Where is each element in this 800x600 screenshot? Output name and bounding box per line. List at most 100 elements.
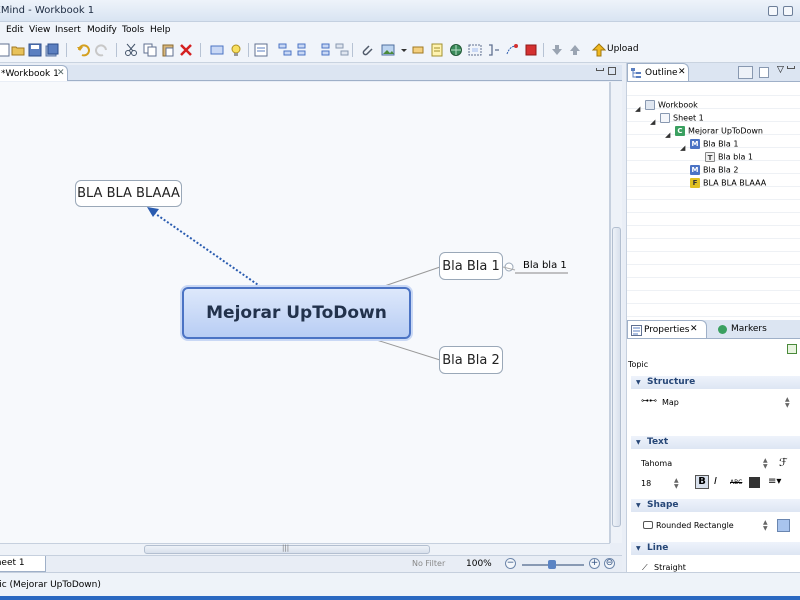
tab-markers[interactable]: Markers xyxy=(731,324,767,334)
vertical-scroll-thumb[interactable] xyxy=(612,227,621,527)
expand-arrow-icon[interactable]: ◢ xyxy=(635,105,640,113)
italic-button[interactable]: I xyxy=(714,476,717,487)
view-menu-icon[interactable]: ▽ xyxy=(777,65,784,75)
structure-spinner-icon[interactable]: ▲ ▼ xyxy=(785,397,790,409)
stop-icon[interactable] xyxy=(524,43,538,57)
parent-topic-icon[interactable] xyxy=(335,43,349,57)
expand-arrow-icon[interactable]: ◢ xyxy=(665,131,670,139)
vertical-scrollbar[interactable] xyxy=(610,82,622,543)
topic-bla-bla-2[interactable]: Bla Bla 2 xyxy=(439,346,503,374)
font-spinner-icon[interactable]: ▲ ▼ xyxy=(763,458,768,470)
minimize-panel-icon[interactable] xyxy=(787,66,795,69)
subtopic-bla-bla-1[interactable]: Bla bla 1 xyxy=(523,260,567,271)
zoom-in-icon[interactable]: + xyxy=(589,558,600,569)
tab-workbook-1[interactable]: *Workbook 1 ✕ xyxy=(0,65,68,81)
shape-select[interactable]: Rounded Rectangle xyxy=(656,521,734,530)
zoom-out-icon[interactable]: − xyxy=(505,558,516,569)
subtopic-icon[interactable] xyxy=(278,43,292,57)
topic-before-icon[interactable] xyxy=(316,43,330,57)
outline-item-bla-bla-blaaa[interactable]: F BLA BLA BLAAA xyxy=(690,178,766,188)
outline-item-mejorar-uptodown[interactable]: C Mejorar UpToDown xyxy=(675,126,763,136)
delete-icon[interactable] xyxy=(179,43,193,57)
font-picker-icon[interactable]: ℱ xyxy=(779,456,788,469)
copy-icon[interactable] xyxy=(143,43,157,57)
font-size-select[interactable]: 18 xyxy=(641,479,651,488)
notes-icon[interactable] xyxy=(430,43,444,57)
upload-label: Upload xyxy=(607,44,639,54)
section-structure[interactable]: ▼ Structure xyxy=(631,376,800,389)
floating-topic-icon: F xyxy=(690,178,700,188)
align-icon[interactable]: ≡▾ xyxy=(768,476,781,487)
zoom-slider-thumb[interactable] xyxy=(548,560,556,569)
summary-icon[interactable] xyxy=(486,43,500,57)
section-text[interactable]: ▼ Text xyxy=(631,436,800,449)
open-folder-icon[interactable] xyxy=(11,43,25,57)
outline-view-mode-icon[interactable] xyxy=(759,67,769,78)
menu-insert[interactable]: Insert xyxy=(55,25,81,35)
menu-modify[interactable]: Modify xyxy=(87,25,117,35)
maximize-editor-icon[interactable] xyxy=(608,67,616,75)
fill-color-button[interactable] xyxy=(777,519,790,532)
section-shape[interactable]: ▼ Shape xyxy=(631,499,800,512)
close-icon[interactable]: ✕ xyxy=(57,68,65,78)
redo-icon[interactable] xyxy=(95,43,109,57)
section-line[interactable]: ▼ Line xyxy=(631,542,800,555)
floating-topic[interactable]: BLA BLA BLAAA xyxy=(75,180,182,207)
topic-after-icon[interactable] xyxy=(297,43,311,57)
topic-bla-bla-1[interactable]: Bla Bla 1 xyxy=(439,252,503,280)
menu-view[interactable]: View xyxy=(29,25,50,35)
font-family-select[interactable]: Tahoma xyxy=(641,459,672,468)
horizontal-scrollbar[interactable]: ||| xyxy=(0,543,610,555)
shape-spinner-icon[interactable]: ▲ ▼ xyxy=(763,520,768,532)
central-topic[interactable]: Mejorar UpToDown xyxy=(182,287,411,339)
minimize-button[interactable] xyxy=(768,6,778,16)
horizontal-scroll-thumb[interactable]: ||| xyxy=(144,544,430,554)
drill-down-icon[interactable] xyxy=(550,43,564,57)
zoom-reset-icon[interactable]: ⊖ xyxy=(604,558,615,569)
pin-icon[interactable] xyxy=(787,344,797,354)
tab-outline[interactable]: Outline ✕ xyxy=(627,63,689,81)
sheet-icon[interactable] xyxy=(254,43,268,57)
line-select[interactable]: Straight xyxy=(654,563,686,572)
topic-icon[interactable] xyxy=(210,43,224,57)
expand-arrow-icon[interactable]: ◢ xyxy=(650,118,655,126)
boundary-icon[interactable] xyxy=(468,43,482,57)
relationship-icon[interactable] xyxy=(505,43,519,57)
lightbulb-icon[interactable] xyxy=(229,43,243,57)
outline-item-bla-bla-1-sub[interactable]: T Bla bla 1 xyxy=(705,152,753,162)
outline-item-bla-bla-1[interactable]: M Bla Bla 1 xyxy=(690,139,738,149)
hyperlink-icon[interactable] xyxy=(449,43,463,57)
save-icon[interactable] xyxy=(28,43,42,57)
image-icon[interactable] xyxy=(381,43,395,57)
bold-button[interactable]: B xyxy=(695,475,709,489)
minimize-editor-icon[interactable] xyxy=(596,68,604,71)
label-icon[interactable] xyxy=(411,43,425,57)
strikethrough-button[interactable]: ABC xyxy=(730,479,742,486)
drill-up-icon[interactable] xyxy=(568,43,582,57)
outline-view-toggle-icon[interactable] xyxy=(738,66,753,79)
tab-properties[interactable]: Properties ✕ xyxy=(627,320,707,338)
size-spinner-icon[interactable]: ▲ ▼ xyxy=(674,478,679,490)
save-all-icon[interactable] xyxy=(45,43,59,57)
menu-help[interactable]: Help xyxy=(150,25,171,35)
expand-arrow-icon[interactable]: ◢ xyxy=(680,144,685,152)
filter-status[interactable]: No Filter xyxy=(412,559,445,568)
outline-item-workbook[interactable]: Workbook xyxy=(645,100,698,110)
maximize-button[interactable] xyxy=(783,6,793,16)
outline-item-bla-bla-2[interactable]: M Bla Bla 2 xyxy=(690,165,738,175)
attachment-icon[interactable] xyxy=(360,43,374,57)
tab-sheet-1[interactable]: Sheet 1 xyxy=(0,556,46,572)
zoom-level[interactable]: 100% xyxy=(466,559,492,569)
close-icon[interactable]: ✕ xyxy=(678,67,686,77)
new-file-icon[interactable] xyxy=(0,43,11,57)
undo-icon[interactable] xyxy=(76,43,90,57)
dropdown-arrow-icon[interactable] xyxy=(397,43,407,57)
close-icon[interactable]: ✕ xyxy=(690,324,698,334)
cut-icon[interactable] xyxy=(124,43,138,57)
menu-tools[interactable]: Tools xyxy=(122,25,144,35)
structure-value[interactable]: Map xyxy=(662,398,679,407)
paste-icon[interactable] xyxy=(161,43,175,57)
outline-item-sheet-1[interactable]: Sheet 1 xyxy=(660,113,704,123)
menu-edit[interactable]: Edit xyxy=(6,25,23,35)
text-color-button[interactable] xyxy=(749,477,760,488)
